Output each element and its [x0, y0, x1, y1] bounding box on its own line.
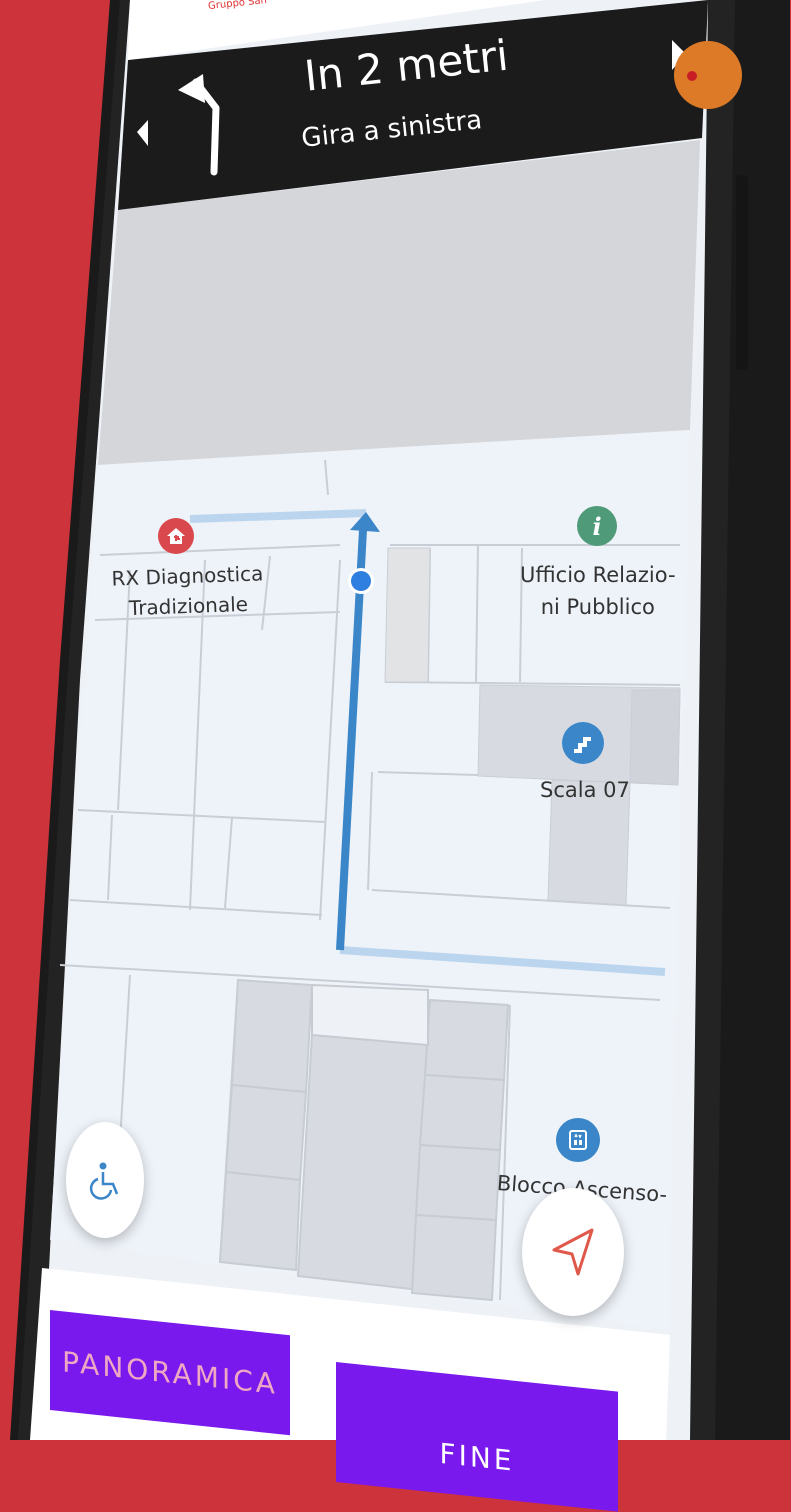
elevator-icon[interactable]: [556, 1118, 600, 1162]
poi-label-rx: RX Diagnostica Tradizionale: [111, 561, 264, 621]
turn-left-arrow-icon: [175, 70, 225, 180]
previous-step-icon[interactable]: [128, 110, 158, 150]
accessibility-button[interactable]: [66, 1122, 144, 1238]
phone-frame: Gruppo San In 2 metri Gira a sinistra RX…: [0, 0, 791, 1512]
stairs-icon[interactable]: [562, 722, 604, 764]
poi-label-stairs: Scala 07: [540, 778, 630, 802]
wheelchair-icon: [89, 1162, 119, 1200]
avatar[interactable]: [676, 42, 716, 108]
poi-label-urp: Ufficio Relazio- ni Pubblico: [520, 563, 676, 619]
navigation-arrow-icon: [552, 1228, 594, 1276]
recenter-button[interactable]: [522, 1188, 624, 1316]
house-icon[interactable]: [158, 518, 194, 554]
info-icon[interactable]: i: [577, 506, 617, 546]
